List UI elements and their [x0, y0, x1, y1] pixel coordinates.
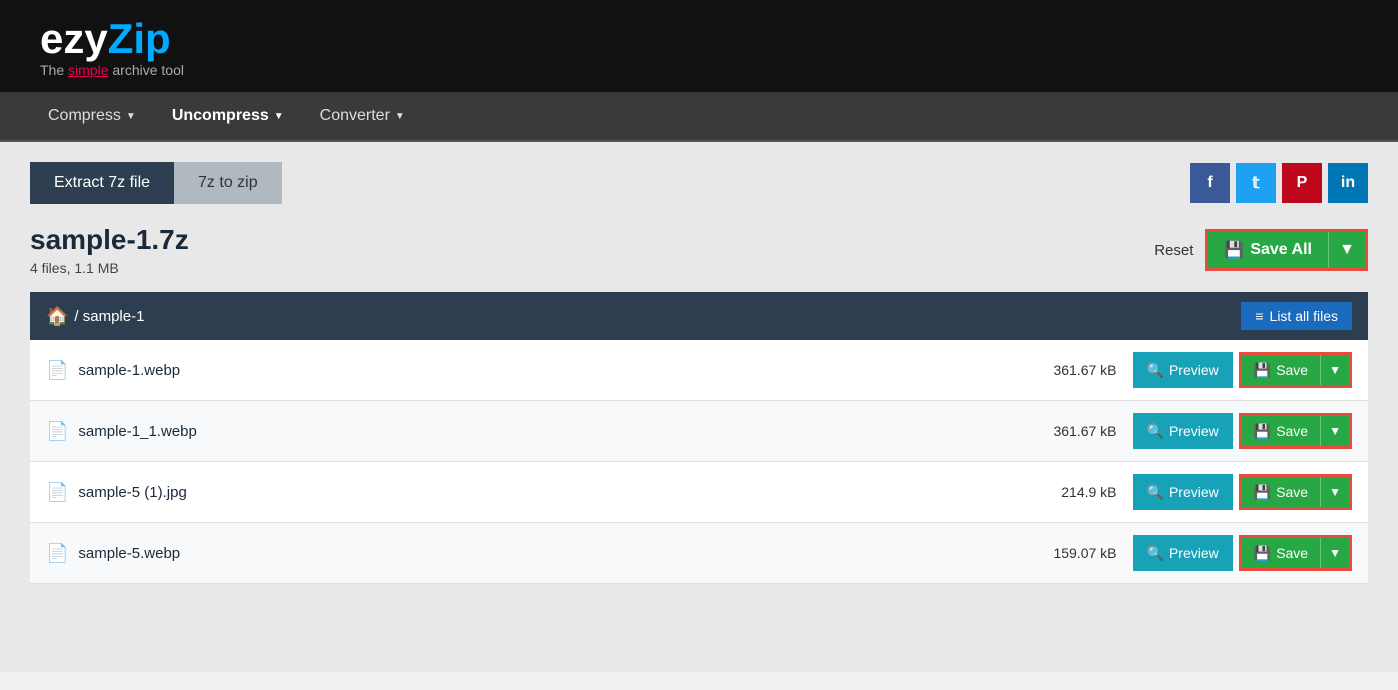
- save-icon: 💾: [1254, 423, 1271, 440]
- file-name: sample-5 (1).jpg: [78, 484, 1026, 501]
- file-row-actions: 🔍 Preview 💾 Save ▼: [1133, 413, 1352, 449]
- file-container: 🏠 / sample-1 ≡ List all files 📄 sample-1…: [30, 292, 1368, 584]
- chevron-down-icon: ▼: [274, 111, 284, 122]
- save-button-group: 💾 Save ▼: [1239, 474, 1352, 510]
- file-info: sample-1.7z 4 files, 1.1 MB: [30, 224, 189, 276]
- save-button[interactable]: 💾 Save: [1242, 477, 1321, 507]
- list-all-button[interactable]: ≡ List all files: [1241, 302, 1352, 330]
- file-title: sample-1.7z: [30, 224, 189, 256]
- save-icon: 💾: [1224, 240, 1244, 260]
- file-size: 361.67 kB: [1027, 362, 1117, 378]
- home-icon: 🏠: [46, 306, 68, 327]
- file-size: 361.67 kB: [1027, 423, 1117, 439]
- logo: ezyZip The simple archive tool: [40, 18, 184, 78]
- file-icon: 📄: [46, 360, 68, 381]
- chevron-down-icon: ▼: [395, 111, 405, 122]
- nav-uncompress[interactable]: Uncompress ▼: [154, 93, 302, 139]
- tagline-before: The: [40, 62, 68, 78]
- breadcrumb-path-text: / sample-1: [74, 308, 144, 325]
- tabs-row: Extract 7z file 7z to zip f 𝕥 P in: [30, 162, 1368, 204]
- table-row: 📄 sample-1.webp 361.67 kB 🔍 Preview 💾 Sa…: [30, 340, 1368, 401]
- file-name: sample-1_1.webp: [78, 423, 1026, 440]
- tab-extract-7z[interactable]: Extract 7z file: [30, 162, 174, 204]
- preview-button[interactable]: 🔍 Preview: [1133, 474, 1233, 510]
- save-button-group: 💾 Save ▼: [1239, 413, 1352, 449]
- preview-button[interactable]: 🔍 Preview: [1133, 535, 1233, 571]
- save-all-button[interactable]: 💾 Save All ▼: [1205, 229, 1368, 271]
- file-row-actions: 🔍 Preview 💾 Save ▼: [1133, 474, 1352, 510]
- save-dropdown-button[interactable]: ▼: [1321, 416, 1349, 446]
- file-row-actions: 🔍 Preview 💾 Save ▼: [1133, 535, 1352, 571]
- search-icon: 🔍: [1147, 484, 1164, 501]
- search-icon: 🔍: [1147, 545, 1164, 562]
- breadcrumb: 🏠 / sample-1: [46, 306, 144, 327]
- save-icon: 💾: [1254, 362, 1271, 379]
- file-list: 📄 sample-1.webp 361.67 kB 🔍 Preview 💾 Sa…: [30, 340, 1368, 584]
- table-row: 📄 sample-5 (1).jpg 214.9 kB 🔍 Preview 💾 …: [30, 462, 1368, 523]
- save-icon: 💾: [1254, 545, 1271, 562]
- file-row-actions: 🔍 Preview 💾 Save ▼: [1133, 352, 1352, 388]
- nav-converter[interactable]: Converter ▼: [302, 93, 423, 139]
- header: ezyZip The simple archive tool: [0, 0, 1398, 92]
- save-icon: 💾: [1254, 484, 1271, 501]
- tagline-after: archive tool: [108, 62, 183, 78]
- preview-button[interactable]: 🔍 Preview: [1133, 413, 1233, 449]
- chevron-down-icon: ▼: [126, 111, 136, 122]
- nav-compress[interactable]: Compress ▼: [30, 93, 154, 139]
- save-button-group: 💾 Save ▼: [1239, 535, 1352, 571]
- file-icon: 📄: [46, 543, 68, 564]
- logo-ezy: ezy: [40, 15, 108, 62]
- tagline-simple: simple: [68, 62, 108, 78]
- reset-button[interactable]: Reset: [1154, 242, 1193, 259]
- breadcrumb-bar: 🏠 / sample-1 ≡ List all files: [30, 292, 1368, 340]
- main-content: Extract 7z file 7z to zip f 𝕥 P in sampl…: [0, 142, 1398, 672]
- table-row: 📄 sample-5.webp 159.07 kB 🔍 Preview 💾 Sa…: [30, 523, 1368, 584]
- file-name: sample-5.webp: [78, 545, 1026, 562]
- facebook-button[interactable]: f: [1190, 163, 1230, 203]
- save-button[interactable]: 💾 Save: [1242, 416, 1321, 446]
- tab-group: Extract 7z file 7z to zip: [30, 162, 282, 204]
- file-info-bar: sample-1.7z 4 files, 1.1 MB Reset 💾 Save…: [30, 224, 1368, 276]
- logo-text: ezyZip: [40, 18, 184, 60]
- save-dropdown-button[interactable]: ▼: [1321, 355, 1349, 385]
- save-dropdown-button[interactable]: ▼: [1321, 538, 1349, 568]
- file-size: 159.07 kB: [1027, 545, 1117, 561]
- save-all-main-label: 💾 Save All: [1208, 232, 1329, 268]
- file-actions: Reset 💾 Save All ▼: [1154, 229, 1368, 271]
- search-icon: 🔍: [1147, 362, 1164, 379]
- table-row: 📄 sample-1_1.webp 361.67 kB 🔍 Preview 💾 …: [30, 401, 1368, 462]
- preview-button[interactable]: 🔍 Preview: [1133, 352, 1233, 388]
- pinterest-button[interactable]: P: [1282, 163, 1322, 203]
- tab-7z-to-zip[interactable]: 7z to zip: [174, 162, 282, 204]
- navigation: Compress ▼ Uncompress ▼ Converter ▼: [0, 92, 1398, 142]
- twitter-button[interactable]: 𝕥: [1236, 163, 1276, 203]
- save-button[interactable]: 💾 Save: [1242, 355, 1321, 385]
- logo-zip: Zip: [108, 15, 171, 62]
- file-icon: 📄: [46, 482, 68, 503]
- save-button-group: 💾 Save ▼: [1239, 352, 1352, 388]
- save-all-dropdown-icon[interactable]: ▼: [1329, 232, 1365, 268]
- social-buttons: f 𝕥 P in: [1190, 163, 1368, 203]
- save-button[interactable]: 💾 Save: [1242, 538, 1321, 568]
- file-name: sample-1.webp: [78, 362, 1026, 379]
- save-dropdown-button[interactable]: ▼: [1321, 477, 1349, 507]
- file-meta: 4 files, 1.1 MB: [30, 260, 189, 276]
- linkedin-button[interactable]: in: [1328, 163, 1368, 203]
- search-icon: 🔍: [1147, 423, 1164, 440]
- logo-tagline: The simple archive tool: [40, 62, 184, 78]
- file-size: 214.9 kB: [1027, 484, 1117, 500]
- file-icon: 📄: [46, 421, 68, 442]
- list-icon: ≡: [1255, 308, 1263, 324]
